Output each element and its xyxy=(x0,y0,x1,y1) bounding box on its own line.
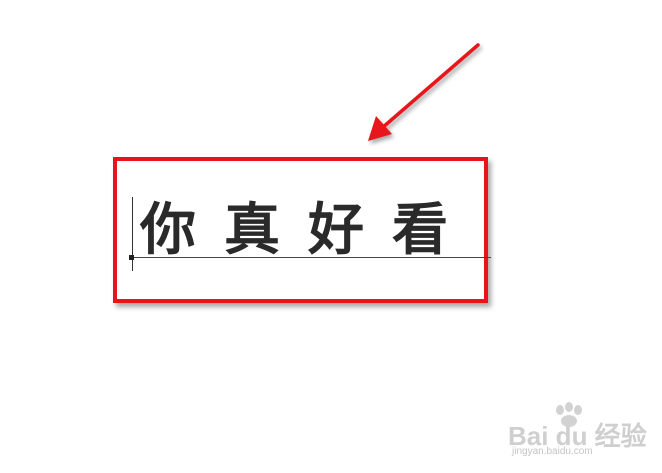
art-text[interactable]: 你真好看 xyxy=(140,196,480,266)
text-anchor-handle[interactable] xyxy=(129,255,134,260)
watermark-url: jingyan.baidu.com xyxy=(512,446,593,457)
canvas: 你真好看 Bai du 经验 jingyan.baidu.com xyxy=(0,0,662,473)
watermark: Bai du 经验 jingyan.baidu.com xyxy=(508,402,648,458)
